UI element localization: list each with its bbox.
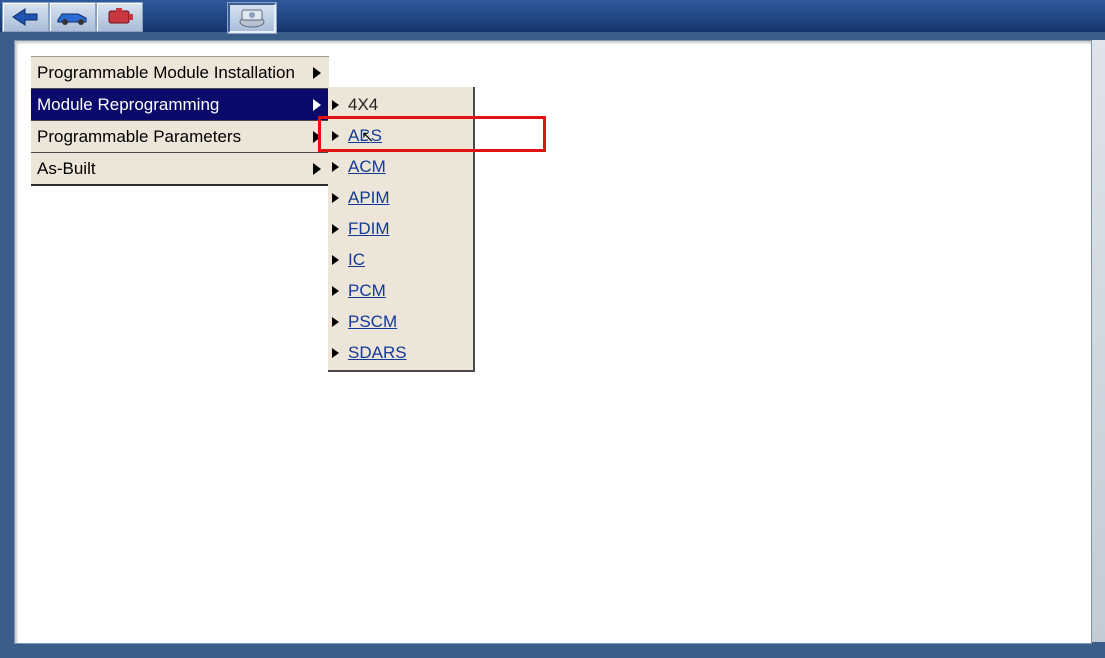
submenu-item-label: PCM (348, 281, 386, 300)
submenu-item-pcm[interactable]: PCM (328, 275, 473, 306)
chevron-right-icon (332, 255, 339, 265)
submenu-item-label: IC (348, 250, 365, 269)
chevron-right-icon (332, 193, 339, 203)
main-menu: Programmable Module Installation Module … (31, 56, 329, 186)
submenu-item-label: 4X4 (348, 95, 378, 114)
scrollbar-right[interactable] (1090, 40, 1105, 642)
chevron-right-icon (313, 67, 321, 79)
submenu-item-sdars[interactable]: SDARS (328, 337, 473, 368)
drive-icon (236, 6, 268, 30)
submenu-item-label: FDIM (348, 219, 390, 238)
chevron-right-icon (313, 163, 321, 175)
menu-item-as-built[interactable]: As-Built (31, 153, 329, 186)
toolbar-btn-engine[interactable] (96, 2, 143, 32)
engine-icon (106, 6, 134, 28)
chevron-right-icon (332, 224, 339, 234)
menu-item-pmi[interactable]: Programmable Module Installation (31, 57, 329, 89)
vehicle-icon (56, 7, 90, 27)
submenu-item-label: PSCM (348, 312, 397, 331)
chevron-right-icon (332, 317, 339, 327)
submenu-item-acm[interactable]: ACM (328, 151, 473, 182)
submenu-module-reprogramming: 4X4 ABS ACM APIM FDIM IC (328, 87, 475, 372)
submenu-item-abs[interactable]: ABS (328, 120, 473, 151)
app-viewport: Programmable Module Installation Module … (0, 0, 1105, 658)
submenu-item-label: APIM (348, 188, 390, 207)
menu-item-label: As-Built (37, 153, 96, 184)
chevron-right-icon (313, 99, 321, 111)
chevron-right-icon (332, 348, 339, 358)
toolbar-btn-back[interactable] (2, 2, 49, 32)
submenu-item-ic[interactable]: IC (328, 244, 473, 275)
submenu-item-4x4[interactable]: 4X4 (328, 89, 473, 120)
submenu-item-fdim[interactable]: FDIM (328, 213, 473, 244)
menu-item-label: Module Reprogramming (37, 89, 219, 120)
chevron-right-icon (313, 131, 321, 143)
submenu-item-label: ABS (348, 126, 382, 145)
menu-item-label: Programmable Module Installation (37, 57, 295, 88)
chevron-right-icon (332, 162, 339, 172)
top-toolbar (0, 0, 1105, 32)
submenu-item-label: SDARS (348, 343, 407, 362)
submenu-item-pscm[interactable]: PSCM (328, 306, 473, 337)
menu-item-module-reprogramming[interactable]: Module Reprogramming (31, 89, 329, 121)
submenu-item-apim[interactable]: APIM (328, 182, 473, 213)
chevron-right-icon (332, 100, 339, 110)
chevron-right-icon (332, 286, 339, 296)
chevron-right-icon (332, 131, 339, 141)
menu-item-label: Programmable Parameters (37, 121, 241, 152)
back-arrow-icon (11, 7, 41, 27)
toolbar-btn-vehicle[interactable] (49, 2, 96, 32)
submenu-item-label: ACM (348, 157, 386, 176)
toolbar-btn-drive[interactable] (227, 2, 277, 34)
content-canvas: Programmable Module Installation Module … (14, 40, 1092, 644)
menu-item-prog-params[interactable]: Programmable Parameters (31, 121, 329, 153)
